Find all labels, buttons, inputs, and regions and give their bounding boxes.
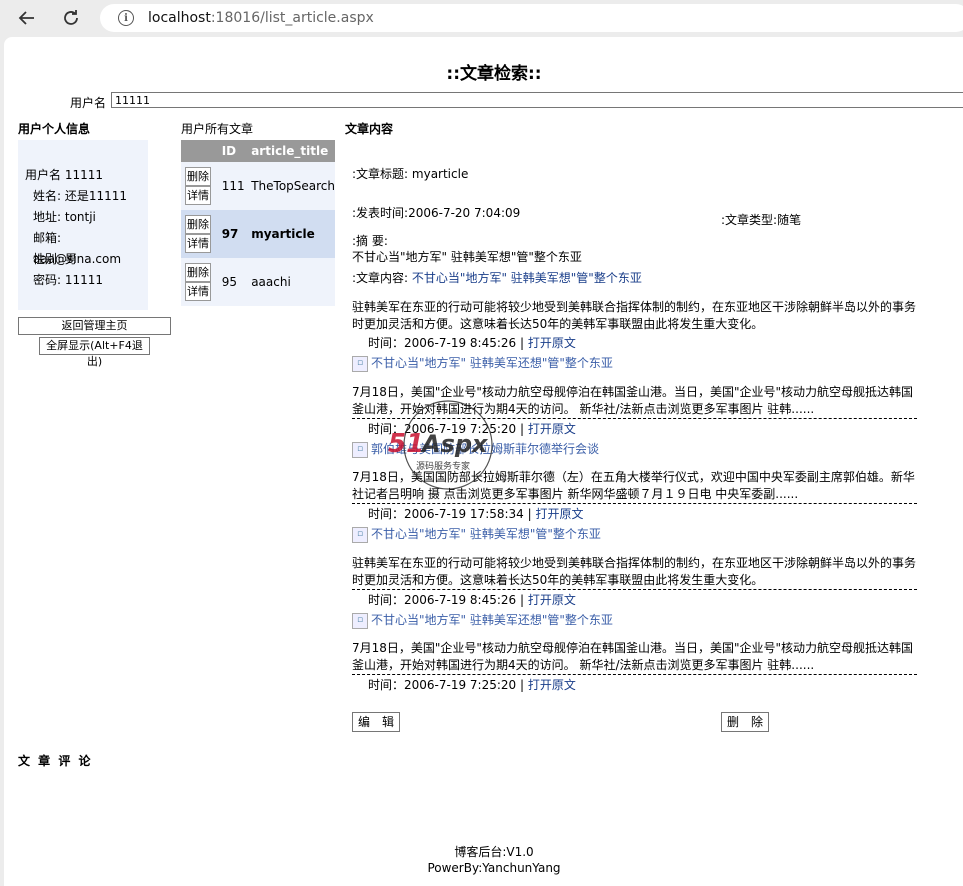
open-original-link[interactable]: 打开原文	[528, 336, 576, 350]
delete-article-button[interactable]: 删除	[185, 263, 211, 282]
column-header-actions	[181, 140, 218, 162]
address-bar[interactable]: i localhost:18016/list_article.aspx	[100, 4, 963, 32]
article-id: 111	[217, 162, 248, 210]
edit-button[interactable]: 编 辑	[352, 712, 400, 732]
broken-image-icon: ▫	[352, 355, 368, 372]
broken-image-icon: ▫	[352, 526, 368, 543]
article-date-line: :发表时间:2006-7-20 7:04:09	[352, 206, 521, 220]
column-header-id: ID	[217, 140, 248, 162]
username-select[interactable]	[111, 92, 963, 108]
article-id: 97	[217, 210, 248, 258]
back-to-admin-button[interactable]: 返回管理主页	[18, 317, 171, 335]
profile-heading: 用户个人信息	[18, 122, 91, 136]
back-button[interactable]	[12, 4, 42, 32]
news-time: 时间：2006-7-19 17:58:34	[368, 507, 524, 521]
open-original-link[interactable]: 打开原文	[536, 507, 584, 521]
body-label: :文章内容:	[352, 271, 409, 285]
summary-text: 不甘心当"地方军" 驻韩美军想"管"整个东亚	[352, 250, 582, 264]
watermark-tagline: 源码服务专家	[416, 460, 470, 472]
table-row: 删除 详情 95 aaachi	[181, 258, 335, 306]
article-type-line: :文章类型:随笔	[721, 213, 802, 227]
delete-article-button[interactable]: 删除	[185, 167, 211, 186]
news-image-alt: 不甘心当"地方军" 驻韩美军想"管"整个东亚	[371, 527, 601, 541]
watermark-brand-suffix: Aspx	[420, 430, 489, 458]
detail-article-button[interactable]: 详情	[185, 234, 211, 253]
content-heading: 文章内容	[345, 122, 394, 136]
news-text: 驻韩美军在东亚的行动可能将较少地受到美韩联合指挥体制的制约，在东亚地区干涉除朝鲜…	[352, 300, 917, 331]
open-original-link[interactable]: 打开原文	[528, 422, 576, 436]
watermark-logo: 51 Aspx 源码服务专家	[386, 397, 526, 507]
url-path: :18016/list_article.aspx	[210, 10, 374, 26]
news-time: 时间：2006-7-19 8:45:26	[368, 593, 517, 607]
articles-table: ID article_title 删除 详情 111 TheTopSearch …	[181, 140, 335, 306]
news-time-line: 时间：2006-7-19 17:58:34 | 打开原文	[368, 507, 584, 521]
detail-article-button[interactable]: 详情	[185, 186, 211, 205]
detail-article-button[interactable]: 详情	[185, 282, 211, 301]
page: ::文章检索:: 用户名 用户个人信息 用户名 11111 姓名: 还是1111…	[4, 37, 963, 886]
column-header-title: article_title	[247, 140, 335, 162]
broken-image-icon: ▫	[352, 441, 368, 458]
article-title: aaachi	[247, 258, 335, 306]
browser-toolbar: i localhost:18016/list_article.aspx	[0, 0, 963, 37]
profile-username: 用户名 11111	[25, 168, 103, 182]
profile-email: 邮箱: aaa@sina.com	[33, 231, 122, 266]
open-original-link[interactable]: 打开原文	[528, 678, 576, 692]
news-image-link[interactable]: ▫ 不甘心当"地方军" 驻韩美军还想"管"整个东亚	[352, 612, 917, 629]
news-image-link[interactable]: ▫ 不甘心当"地方军" 驻韩美军想"管"整个东亚	[352, 526, 917, 543]
url-host: localhost	[148, 10, 211, 26]
footer-poweredby: PowerBy:YanchunYang	[427, 861, 561, 875]
news-text: 驻韩美军在东亚的行动可能将较少地受到美韩联合指挥体制的制约，在东亚地区干涉除朝鲜…	[352, 555, 917, 590]
news-item: 7月18日，美国"企业号"核动力航空母舰停泊在韩国釜山港。当日，美国"企业号"核…	[352, 640, 917, 694]
news-time: 时间：2006-7-19 8:45:26	[368, 336, 517, 350]
footer-version: 博客后台:V1.0	[454, 845, 534, 859]
news-time: 时间：2006-7-19 7:25:20	[368, 678, 517, 692]
reload-button[interactable]	[56, 4, 86, 32]
comments-heading: 文 章 评 论	[18, 754, 93, 768]
row-actions: 删除 详情	[181, 162, 218, 210]
watermark-seal-icon: 51 Aspx 源码服务专家	[388, 400, 493, 490]
watermark-brand: 51	[388, 429, 424, 459]
profile-name: 姓名: 还是11111	[33, 189, 128, 203]
news-time-line: 时间：2006-7-19 7:25:20 | 打开原文	[368, 678, 576, 692]
page-title: ::文章检索::	[446, 64, 542, 84]
news-item: 驻韩美军在东亚的行动可能将较少地受到美韩联合指挥体制的制约，在东亚地区干涉除朝鲜…	[352, 299, 917, 372]
article-id: 95	[217, 258, 248, 306]
news-image-alt: 不甘心当"地方军" 驻韩美军还想"管"整个东亚	[371, 356, 613, 370]
profile-password: 密码: 11111	[33, 273, 104, 287]
profile-panel: 用户名 11111 姓名: 还是11111 地址: tontji 邮箱: aaa…	[18, 140, 148, 310]
summary-label: :摘 要:	[352, 234, 388, 248]
article-title: TheTopSearch	[247, 162, 335, 210]
reload-icon	[64, 10, 78, 25]
profile-address: 地址: tontji	[33, 210, 96, 224]
news-time-line: 时间：2006-7-19 8:45:26 | 打开原文	[368, 593, 576, 607]
delete-button[interactable]: 删 除	[721, 712, 769, 732]
row-actions: 删除 详情	[181, 210, 218, 258]
open-original-link[interactable]: 打开原文	[528, 593, 576, 607]
username-label: 用户名	[70, 96, 107, 110]
news-image-alt: 不甘心当"地方军" 驻韩美军还想"管"整个东亚	[371, 613, 613, 627]
body-line: :文章内容: 不甘心当"地方军" 驻韩美军想"管"整个东亚	[352, 269, 642, 286]
news-time-line: 时间：2006-7-19 8:45:26 | 打开原文	[368, 336, 576, 350]
table-row-selected: 删除 详情 97 myarticle	[181, 210, 335, 258]
news-item: 驻韩美军在东亚的行动可能将较少地受到美韩联合指挥体制的制约，在东亚地区干涉除朝鲜…	[352, 555, 917, 629]
row-actions: 删除 详情	[181, 258, 218, 306]
delete-article-button[interactable]: 删除	[185, 215, 211, 234]
articles-heading: 用户所有文章	[181, 122, 254, 136]
fullscreen-button[interactable]: 全屏显示(Alt+F4退出)	[39, 337, 150, 368]
info-icon[interactable]: i	[118, 10, 134, 26]
news-image-link[interactable]: ▫ 不甘心当"地方军" 驻韩美军还想"管"整个东亚	[352, 355, 917, 372]
broken-image-icon: ▫	[352, 612, 368, 629]
table-row: 删除 详情 111 TheTopSearch	[181, 162, 335, 210]
article-title-line: :文章标题: myarticle	[352, 167, 469, 181]
body-link[interactable]: 不甘心当"地方军" 驻韩美军想"管"整个东亚	[412, 271, 642, 285]
news-text: 7月18日，美国"企业号"核动力航空母舰停泊在韩国釜山港。当日，美国"企业号"核…	[352, 640, 917, 675]
arrow-left-icon	[18, 11, 34, 25]
article-title: myarticle	[247, 210, 335, 258]
